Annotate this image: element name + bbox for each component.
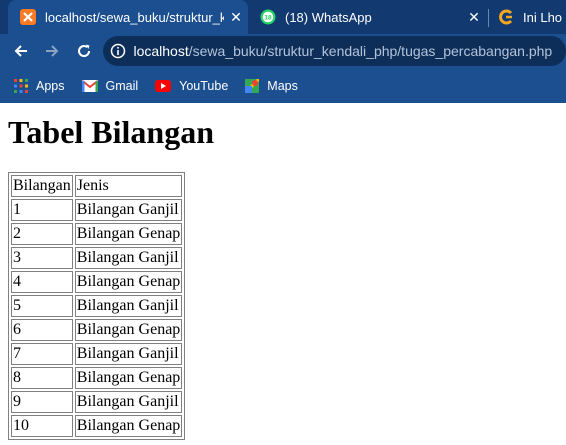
tab-title: (18) WhatsApp [285, 9, 372, 25]
tab-strip: localhost/sewa_buku/struktur_kendali_php… [0, 0, 566, 34]
maps-icon [245, 78, 260, 93]
page-title: Tabel Bilangan [8, 114, 215, 150]
cell-number: 1 [11, 199, 73, 222]
cell-type: Bilangan Ganjil [74, 295, 183, 318]
table-row: 2 Bilangan Genap [11, 223, 183, 246]
cell-number: 3 [11, 247, 73, 270]
browser-chrome: localhost/sewa_buku/struktur_kendali_php… [0, 0, 566, 103]
bookmark-youtube[interactable]: YouTube [155, 79, 228, 93]
header-jenis: Jenis [74, 175, 183, 198]
reload-button[interactable] [68, 34, 99, 68]
cell-type: Bilangan Genap [74, 367, 183, 390]
bookmarks-bar: Apps Gmail YouTube Maps [0, 68, 566, 103]
bookmark-gmail[interactable]: Gmail [81, 78, 139, 93]
site-favicon-icon [499, 9, 513, 25]
cell-number: 5 [11, 295, 73, 318]
back-arrow-icon [14, 45, 27, 57]
cell-number: 10 [11, 415, 73, 438]
reload-icon [77, 44, 90, 57]
url-path: /sewa_buku/struktur_kendali_php/tugas_pe… [188, 43, 553, 59]
cell-type: Bilangan Ganjil [74, 247, 183, 270]
close-icon[interactable]: ✕ [462, 9, 486, 26]
youtube-icon [155, 79, 172, 92]
cell-number: 7 [11, 343, 73, 366]
bookmark-label: Gmail [105, 78, 139, 93]
back-button[interactable] [5, 34, 36, 68]
cell-type: Bilangan Ganjil [74, 343, 183, 366]
table-row: 7 Bilangan Ganjil [11, 343, 183, 366]
cell-number: 6 [11, 319, 73, 342]
toolbar: localhost/sewa_buku/struktur_kendali_php… [0, 34, 566, 68]
forward-arrow-icon [46, 45, 59, 57]
tab-whatsapp[interactable]: 18 (18) WhatsApp ✕ [248, 0, 486, 34]
whatsapp-favicon-icon: 18 [260, 9, 276, 25]
cell-type: Bilangan Ganjil [74, 199, 183, 222]
xampp-favicon-icon [20, 9, 36, 25]
tab-title: Ini Lho C [523, 9, 566, 25]
tab-localhost[interactable]: localhost/sewa_buku/struktur_kendali_php… [8, 0, 248, 34]
table-row: 4 Bilangan Genap [11, 271, 183, 294]
cell-number: 4 [11, 271, 73, 294]
cell-type: Bilangan Genap [74, 319, 183, 342]
cell-number: 8 [11, 367, 73, 390]
cell-number: 9 [11, 391, 73, 414]
cell-number: 2 [11, 223, 73, 246]
numbers-table: Bilangan Jenis 1 Bilangan Ganjil 2 Bilanga… [8, 172, 186, 441]
table-row: 8 Bilangan Genap [11, 367, 183, 390]
bookmark-label: YouTube [179, 78, 229, 93]
close-icon[interactable]: ✕ [224, 9, 248, 26]
bookmark-apps[interactable]: Apps [14, 78, 65, 93]
cell-type: Bilangan Genap [74, 223, 183, 246]
cell-type: Bilangan Ganjil [74, 391, 183, 414]
whatsapp-badge: 18 [264, 15, 272, 22]
header-bilangan: Bilangan [11, 175, 73, 198]
bookmark-label: Maps [267, 78, 298, 93]
info-icon[interactable] [103, 43, 133, 59]
gmail-icon [81, 79, 98, 92]
table-row: 10 Bilangan Genap [11, 415, 183, 438]
table-row: 6 Bilangan Genap [11, 319, 183, 342]
bookmark-label: Apps [36, 78, 65, 93]
table-row: 3 Bilangan Ganjil [11, 247, 183, 270]
forward-button[interactable] [36, 34, 67, 68]
cell-type: Bilangan Genap [74, 415, 183, 438]
tab-title: localhost/sewa_buku/struktur_kendali_php… [45, 9, 224, 25]
page-content: Tabel Bilangan Bilangan Jenis 1 Bilangan … [0, 113, 566, 441]
cell-type: Bilangan Genap [74, 271, 183, 294]
table-row: 5 Bilangan Ganjil [11, 295, 183, 318]
bookmark-maps[interactable]: Maps [245, 78, 298, 93]
table-header-row: Bilangan Jenis [11, 175, 183, 198]
table-row: 9 Bilangan Ganjil [11, 391, 183, 414]
address-bar[interactable]: localhost/sewa_buku/struktur_kendali_php… [103, 36, 566, 66]
tab-ini-lho[interactable]: Ini Lho C [486, 0, 566, 34]
apps-grid-icon [14, 78, 28, 93]
table-row: 1 Bilangan Ganjil [11, 199, 183, 222]
url-host: localhost [133, 43, 189, 59]
